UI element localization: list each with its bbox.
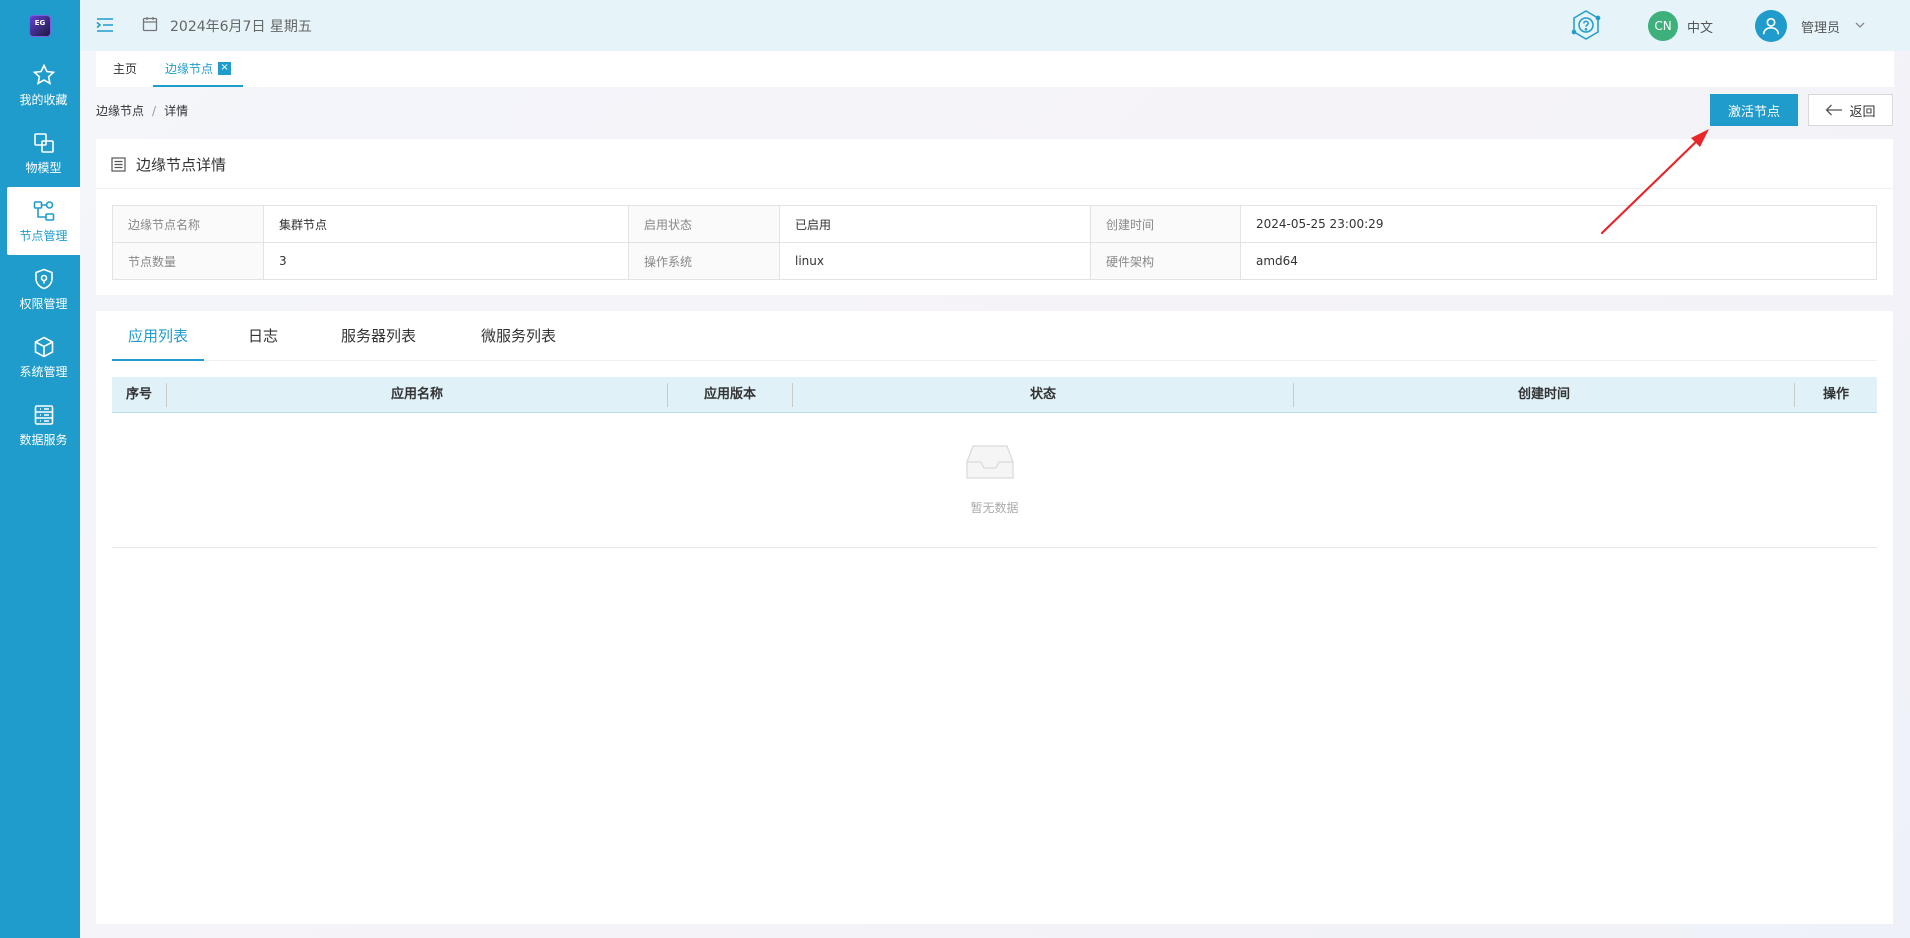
logo[interactable]: EG	[0, 0, 80, 51]
sidebar-item-label: 物模型	[25, 160, 62, 175]
info-value: amd64	[1240, 242, 1877, 280]
sidebar-item-favorites[interactable]: 我的收藏	[7, 51, 80, 119]
info-row: 节点数量 3 操作系统 linux 硬件架构 amd64	[112, 242, 1877, 280]
node-icon	[33, 200, 54, 221]
user-icon	[1762, 17, 1780, 35]
language-badge[interactable]: CN	[1648, 11, 1678, 41]
sidebar-item-system[interactable]: 系统管理	[7, 323, 80, 391]
back-button[interactable]: 返回	[1808, 94, 1893, 126]
tab-logs[interactable]: 日志	[248, 311, 278, 361]
info-value: 2024-05-25 23:00:29	[1240, 205, 1877, 243]
star-icon	[32, 63, 55, 85]
sidebar-item-label: 系统管理	[19, 364, 68, 379]
page-tabs-bar: 主页 边缘节点 ×	[96, 51, 1894, 87]
tab-label: 边缘节点	[165, 62, 214, 76]
card-title: 边缘节点详情	[136, 156, 227, 174]
tab-server-list[interactable]: 服务器列表	[341, 311, 416, 361]
info-row: 边缘节点名称 集群节点 启用状态 已启用 创建时间 2024-05-25 23:…	[112, 205, 1877, 243]
sidebar-item-node-management[interactable]: 节点管理	[7, 187, 80, 255]
logo-icon: EG	[29, 14, 51, 37]
help-icon[interactable]	[1568, 8, 1604, 44]
info-key: 启用状态	[628, 205, 780, 243]
info-value: linux	[779, 242, 1091, 280]
chevron-down-icon[interactable]	[1855, 20, 1865, 30]
node-detail-card: 边缘节点详情 边缘节点名称 集群节点 启用状态 已启用 创建时间 2024-05…	[96, 139, 1893, 295]
sidebar-item-data-service[interactable]: 数据服务	[7, 391, 80, 459]
sidebar-item-label: 节点管理	[19, 228, 68, 243]
tab-home[interactable]: 主页	[113, 51, 137, 87]
arrow-left-icon	[1826, 104, 1843, 116]
tab-microservice-list[interactable]: 微服务列表	[481, 311, 556, 361]
info-key: 边缘节点名称	[112, 205, 264, 243]
detail-tabs-card: 应用列表 日志 服务器列表 微服务列表 序号 应用名称 应用版本 状态 创建时间…	[96, 311, 1893, 924]
info-key: 硬件架构	[1090, 242, 1241, 280]
column-header: 应用版本	[703, 387, 756, 402]
sidebar-item-thing-model[interactable]: 物模型	[7, 119, 80, 187]
data-icon	[34, 404, 53, 425]
info-table: 边缘节点名称 集群节点 启用状态 已启用 创建时间 2024-05-25 23:…	[112, 205, 1877, 280]
empty-text: 暂无数据	[970, 501, 1019, 515]
info-value: 集群节点	[263, 205, 629, 243]
column-header: 状态	[1029, 387, 1056, 402]
breadcrumb-separator: /	[152, 104, 157, 118]
breadcrumb-current: 详情	[164, 104, 189, 118]
tab-edge-node[interactable]: 边缘节点 ×	[153, 51, 244, 87]
breadcrumb-parent[interactable]: 边缘节点	[96, 104, 144, 118]
close-icon[interactable]: ×	[218, 62, 232, 75]
breadcrumb: 边缘节点 / 详情	[96, 102, 188, 119]
avatar[interactable]	[1755, 10, 1787, 42]
shield-icon	[34, 268, 53, 289]
cube-icon	[34, 336, 53, 357]
info-key: 创建时间	[1090, 205, 1241, 243]
column-header: 创建时间	[1517, 387, 1570, 402]
card-header: 边缘节点详情	[96, 139, 1893, 189]
current-date: 2024年6月7日 星期五	[170, 19, 312, 35]
table-empty-state: 暂无数据	[112, 413, 1877, 548]
sidebar-item-label: 我的收藏	[19, 92, 68, 107]
info-key: 操作系统	[628, 242, 780, 280]
tab-app-list[interactable]: 应用列表	[112, 311, 205, 361]
user-name[interactable]: 管理员	[1801, 17, 1840, 36]
column-header: 应用名称	[390, 387, 443, 402]
model-icon	[33, 132, 54, 153]
activate-node-button[interactable]: 激活节点	[1710, 94, 1798, 126]
info-value: 3	[263, 242, 629, 280]
tab-label: 主页	[113, 62, 138, 76]
column-header: 序号	[125, 387, 152, 402]
column-header: 操作	[1822, 387, 1849, 402]
info-value: 已启用	[779, 205, 1091, 243]
sidebar: EG 我的收藏 物模型 节点管理 权限管理 系统管理 数据服务	[0, 0, 80, 938]
sidebar-item-label: 数据服务	[19, 432, 68, 447]
info-key: 节点数量	[112, 242, 264, 280]
back-button-label: 返回	[1849, 104, 1876, 120]
top-header: 2024年6月7日 星期五 CN 中文 管理员	[80, 0, 1910, 51]
menu-collapse-icon[interactable]	[96, 17, 114, 33]
empty-inbox-icon	[966, 445, 1014, 479]
document-icon	[111, 157, 126, 172]
calendar-icon	[142, 17, 158, 32]
sidebar-item-permissions[interactable]: 权限管理	[7, 255, 80, 323]
language-switch[interactable]: 中文	[1687, 17, 1713, 36]
table-header: 序号 应用名称 应用版本 状态 创建时间 操作	[112, 377, 1877, 413]
detail-tabs: 应用列表 日志 服务器列表 微服务列表	[112, 311, 1877, 361]
sidebar-item-label: 权限管理	[19, 296, 68, 311]
